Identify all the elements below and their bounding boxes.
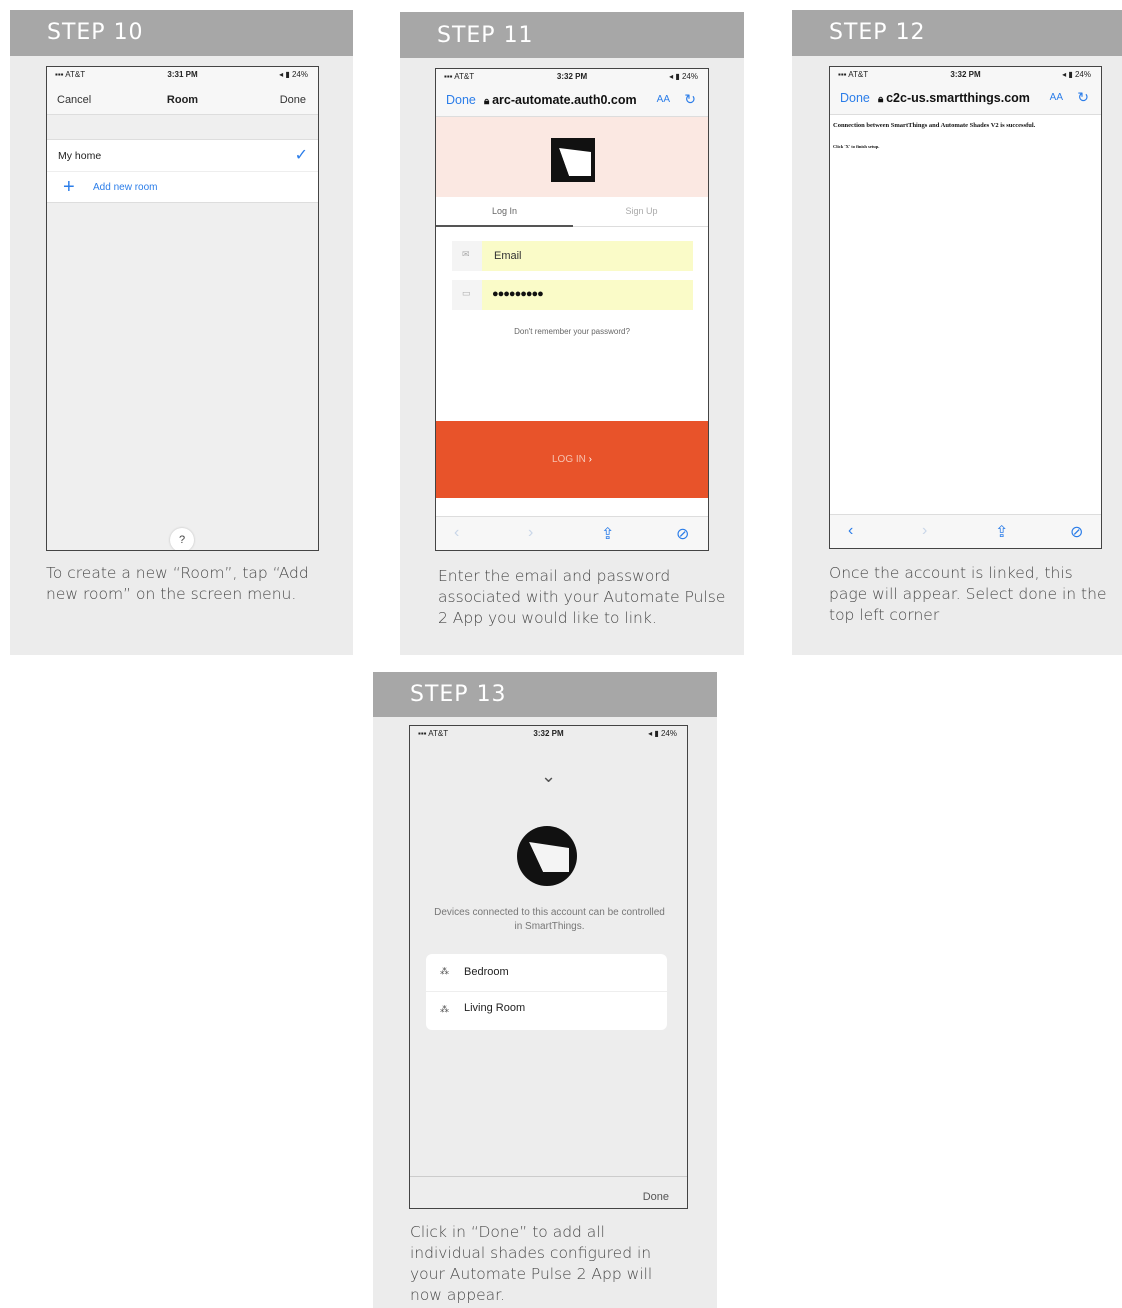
step-12-caption: Once the account is linked, this page wi… [829, 564, 1107, 624]
step-10-title: STEP 10 [10, 10, 353, 56]
step-10-caption: To create a new “Room”, tap “Add new roo… [46, 564, 309, 603]
step-12-title: STEP 12 [792, 10, 1122, 56]
phone-screen-success: ▪▪▪ AT&T 3:32 PM ◂ ▮ 24% Done 🔒︎ c2c-us.… [829, 66, 1102, 549]
automate-logo [517, 826, 577, 886]
battery-icon: ◂ ▮ [279, 70, 292, 79]
list-item-living-room[interactable]: ⁂ Living Room [426, 992, 667, 1030]
connected-description: Devices connected to this account can be… [434, 907, 665, 932]
compass-icon[interactable]: ⊘ [1070, 522, 1083, 542]
back-icon[interactable]: ‹ [848, 522, 853, 540]
reader-aa-button[interactable]: AA [657, 94, 670, 105]
question-icon: ? [178, 534, 186, 546]
status-bar: ▪▪▪ AT&T 3:32 PM ◂ ▮ 24% [410, 726, 687, 740]
plus-icon: + [63, 176, 75, 198]
lock-icon: ▭ [462, 288, 471, 298]
phone-screen-room: ▪▪▪ AT&T 3:31 PM ◂ ▮ 24% Cancel Room Don… [46, 66, 319, 551]
battery-icon: ◂ ▮ [669, 72, 682, 81]
login-button[interactable]: LOG IN › [436, 421, 708, 498]
safari-toolbar: ‹ › ⇪ ⊘ [830, 514, 1101, 548]
phone-screen-login: ▪▪▪ AT&T 3:32 PM ◂ ▮ 24% Done 🔒︎ arc-aut… [435, 68, 709, 551]
step-11-caption: Enter the email and password associated … [438, 567, 726, 627]
url-address[interactable]: 🔒︎ arc-automate.auth0.com [484, 93, 637, 107]
collapse-chevron-icon[interactable]: ⌄ [410, 766, 687, 787]
logo-banner [436, 117, 708, 197]
url-address[interactable]: 🔒︎ c2c-us.smartthings.com [878, 91, 1030, 105]
forward-icon[interactable]: › [922, 522, 927, 540]
checkmark-icon: ✓ [294, 147, 308, 164]
done-button[interactable]: Done [840, 91, 870, 105]
chevron-right-icon: › [585, 454, 592, 465]
phone-screen-devices: ▪▪▪ AT&T 3:32 PM ◂ ▮ 24% ⌄ Devices conne… [409, 725, 688, 1209]
tab-login[interactable]: Log In [436, 206, 573, 216]
step-13-title: STEP 13 [373, 672, 717, 717]
forgot-password-link[interactable]: Don't remember your password? [436, 327, 708, 336]
status-bar: ▪▪▪ AT&T 3:32 PM ◂ ▮ 24% [830, 67, 1101, 81]
forward-icon[interactable]: › [528, 524, 533, 542]
status-bar: ▪▪▪ AT&T 3:31 PM ◂ ▮ 24% [47, 67, 318, 81]
help-button[interactable]: ? [170, 528, 194, 550]
battery-icon: ◂ ▮ [1062, 70, 1075, 79]
envelope-icon: ✉ [462, 249, 470, 259]
list-item-my-home[interactable]: My home ✓ [47, 140, 318, 172]
safari-url-bar: Done 🔒︎ arc-automate.auth0.com AA ↻ [436, 83, 708, 117]
tab-underline [436, 225, 573, 227]
list-item-bedroom[interactable]: ⁂ Bedroom [426, 954, 667, 992]
safari-url-bar: Done 🔒︎ c2c-us.smartthings.com AA ↻ [830, 81, 1101, 115]
add-new-room-button[interactable]: + Add new room [47, 172, 318, 204]
done-button[interactable]: Done [446, 93, 476, 107]
room-list: ⁂ Bedroom ⁂ Living Room [426, 954, 667, 1030]
room-list: My home ✓ + Add new room [47, 139, 318, 203]
lock-icon: 🔒︎ [878, 94, 887, 105]
reload-icon[interactable]: ↻ [684, 91, 696, 108]
step-12-card: STEP 12 ▪▪▪ AT&T 3:32 PM ◂ ▮ 24% Done 🔒︎… [792, 10, 1122, 655]
automate-logo [551, 138, 595, 182]
reload-icon[interactable]: ↻ [1077, 89, 1089, 106]
back-icon[interactable]: ‹ [454, 524, 459, 542]
nav-bar: Cancel Room Done [47, 81, 318, 115]
share-icon[interactable]: ⇪ [601, 524, 614, 544]
step-10-card: STEP 10 ▪▪▪ AT&T 3:31 PM ◂ ▮ 24% Cancel … [10, 10, 353, 655]
password-field[interactable]: ▭ ●●●●●●●●● [452, 280, 693, 310]
step-11-card: STEP 11 ▪▪▪ AT&T 3:32 PM ◂ ▮ 24% Done 🔒︎… [400, 12, 744, 655]
compass-icon[interactable]: ⊘ [676, 524, 689, 544]
done-button[interactable]: Done [280, 94, 306, 106]
bottom-bar: Done [410, 1176, 687, 1208]
done-button[interactable]: Done [643, 1191, 669, 1203]
battery-icon: ◂ ▮ [648, 729, 661, 738]
auth-tabs: Log In Sign Up [436, 197, 708, 227]
success-message: Connection between SmartThings and Autom… [833, 122, 1036, 129]
status-bar: ▪▪▪ AT&T 3:32 PM ◂ ▮ 24% [436, 69, 708, 83]
step-11-title: STEP 11 [400, 12, 744, 58]
email-field[interactable]: ✉ Email [452, 241, 693, 271]
nav-title: Room [166, 94, 199, 106]
safari-toolbar: ‹ › ⇪ ⊘ [436, 516, 708, 550]
share-icon[interactable]: ⇪ [995, 522, 1008, 542]
lock-icon: 🔒︎ [484, 96, 493, 107]
reader-aa-button[interactable]: AA [1050, 92, 1063, 103]
step-13-caption: Click in “Done” to add all individual sh… [410, 1223, 653, 1304]
grid-icon: ⁂ [440, 966, 449, 976]
finish-hint: Click 'X' to finish setup. [833, 144, 880, 149]
tab-signup[interactable]: Sign Up [573, 206, 708, 216]
grid-icon: ⁂ [440, 1004, 449, 1014]
step-13-card: STEP 13 ▪▪▪ AT&T 3:32 PM ◂ ▮ 24% ⌄ Devic… [373, 672, 717, 1308]
